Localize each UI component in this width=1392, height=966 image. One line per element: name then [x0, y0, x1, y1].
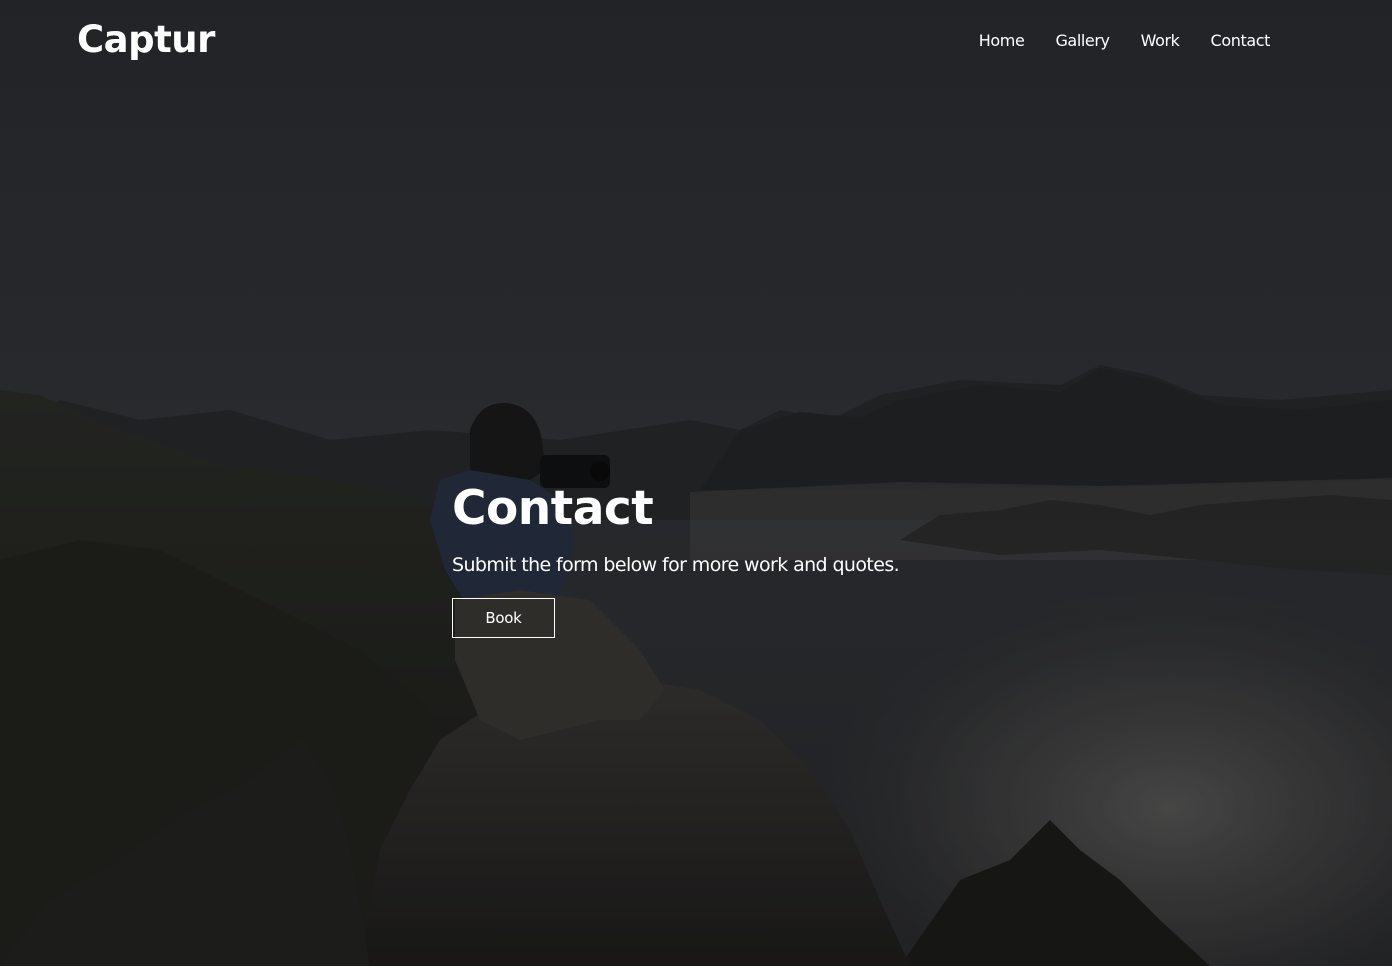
hero-content: Contact Submit the form below for more w…: [452, 480, 900, 638]
page-subtitle: Submit the form below for more work and …: [452, 554, 900, 576]
brand-logo[interactable]: Captur: [77, 18, 215, 61]
hero-section: Captur Home Gallery Work Contact Contact…: [0, 0, 1392, 966]
nav-link-home[interactable]: Home: [979, 31, 1025, 50]
nav-link-work[interactable]: Work: [1141, 31, 1180, 50]
nav-link-gallery[interactable]: Gallery: [1055, 31, 1110, 50]
nav-link-contact[interactable]: Contact: [1211, 31, 1271, 50]
page-title: Contact: [452, 481, 654, 536]
book-button[interactable]: Book: [452, 598, 555, 638]
main-navigation: Home Gallery Work Contact: [979, 31, 1271, 50]
